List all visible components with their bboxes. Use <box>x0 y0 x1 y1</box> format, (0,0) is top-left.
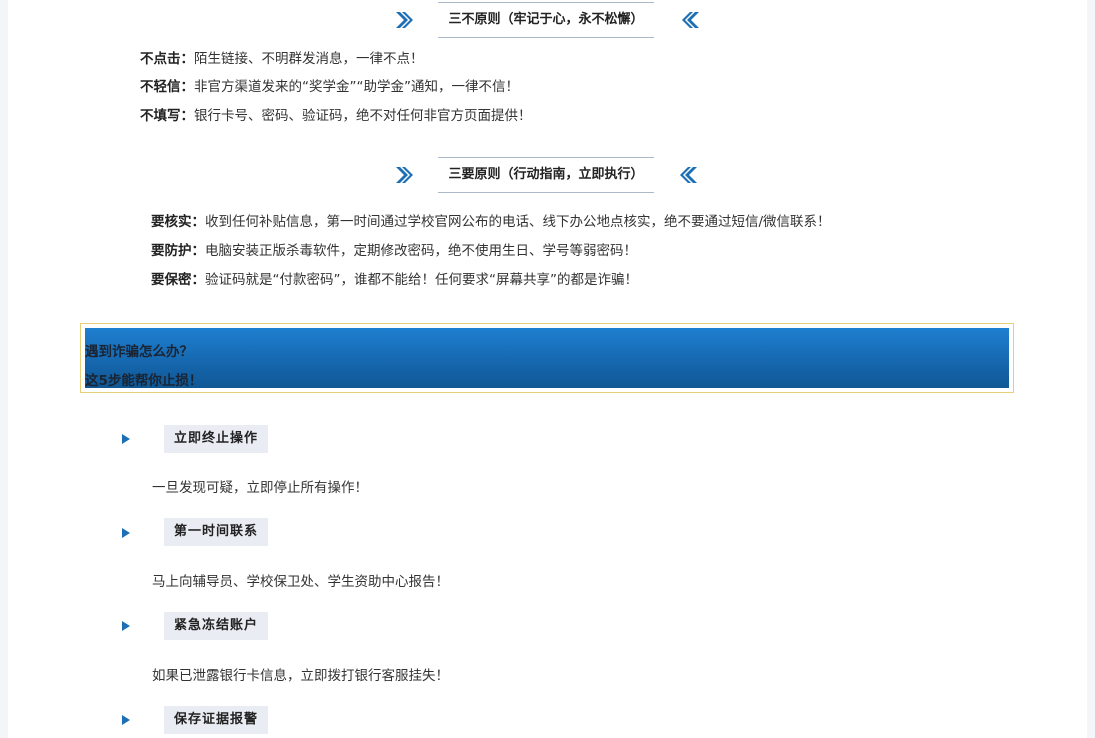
rule-label: 不点击： <box>140 51 194 67</box>
step-description: 一旦发现可疑，立即停止所有操作！ <box>152 480 368 496</box>
rule-item: 要保密：验证码就是“付款密码”，谁都不能给！任何要求“屏幕共享”的都是诈骗！ <box>151 270 638 290</box>
rule-item: 不点击：陌生链接、不明群发消息，一律不点！ <box>140 49 424 69</box>
banner-frame: 遇到诈骗怎么办？ 这5步能帮你止损！ <box>80 323 1014 393</box>
section-title: 三不原则（牢记于心，永不松懈） <box>438 2 654 38</box>
rule-item: 不填写：银行卡号、密码、验证码，绝不对任何非官方页面提供！ <box>140 106 532 126</box>
step-title: 立即终止操作 <box>164 425 269 453</box>
fraud-response-banner: 遇到诈骗怎么办？ 这5步能帮你止损！ <box>85 328 1009 389</box>
banner-line-2: 这5步能帮你止损！ <box>85 373 203 389</box>
rule-label: 要保密： <box>151 272 205 288</box>
double-chevron-left-icon <box>682 12 699 28</box>
double-chevron-left-icon <box>680 167 697 183</box>
rule-text: 收到任何补贴信息，第一时间通过学校官网公布的电话、线下办公地点核实，绝不要通过短… <box>205 214 831 230</box>
triangle-right-icon <box>122 715 130 725</box>
step-title: 第一时间联系 <box>164 518 269 546</box>
step-description: 如果已泄露银行卡信息，立即拨打银行客服挂失！ <box>152 668 449 684</box>
double-chevron-right-icon <box>396 12 413 28</box>
rule-text: 验证码就是“付款密码”，谁都不能给！任何要求“屏幕共享”的都是诈骗！ <box>205 272 638 288</box>
double-chevron-right-icon <box>396 167 413 183</box>
rule-item: 要核实：收到任何补贴信息，第一时间通过学校官网公布的电话、线下办公地点核实，绝不… <box>151 212 831 232</box>
banner-line-1: 遇到诈骗怎么办？ <box>85 344 193 360</box>
rule-label: 不轻信： <box>140 79 194 95</box>
rule-label: 要防护： <box>151 243 205 259</box>
triangle-right-icon <box>122 434 130 444</box>
rule-item: 不轻信：非官方渠道发来的“奖学金”“助学金”通知，一律不信！ <box>140 77 519 97</box>
step-description: 马上向辅导员、学校保卫处、学生资助中心报告！ <box>152 574 449 590</box>
section-header-three-nots: 三不原则（牢记于心，永不松懈） <box>8 2 1087 38</box>
rule-text: 陌生链接、不明群发消息，一律不点！ <box>194 51 424 67</box>
rule-label: 要核实： <box>151 214 205 230</box>
step-title: 保存证据报警 <box>164 706 269 734</box>
rule-label: 不填写： <box>140 108 194 124</box>
rule-text: 非官方渠道发来的“奖学金”“助学金”通知，一律不信！ <box>194 79 519 95</box>
triangle-right-icon <box>122 528 130 538</box>
section-title: 三要原则（行动指南，立即执行） <box>438 157 654 193</box>
rule-text: 电脑安装正版杀毒软件，定期修改密码，绝不使用生日、学号等弱密码！ <box>205 243 637 259</box>
rule-text: 银行卡号、密码、验证码，绝不对任何非官方页面提供！ <box>194 108 532 124</box>
triangle-right-icon <box>122 621 130 631</box>
rule-item: 要防护：电脑安装正版杀毒软件，定期修改密码，绝不使用生日、学号等弱密码！ <box>151 241 637 261</box>
step-title: 紧急冻结账户 <box>164 612 269 640</box>
article-body: 三不原则（牢记于心，永不松懈） 不点击：陌生链接、不明群发消息，一律不点！ 不轻… <box>8 0 1087 738</box>
section-header-three-musts: 三要原则（行动指南，立即执行） <box>8 157 1087 193</box>
